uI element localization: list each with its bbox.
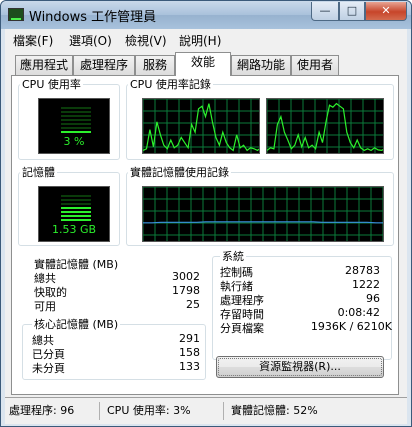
- meter-segment: [61, 203, 91, 205]
- status-bar: 處理程序: 96 CPU 使用率: 3% 實體記憶體: 52%: [5, 397, 407, 424]
- title-bar[interactable]: Windows 工作管理員 — □ ✕: [1, 1, 411, 29]
- cpu-history-graph-core2: [266, 98, 384, 154]
- kernel-nonpaged-value: 133: [179, 360, 200, 373]
- menu-options[interactable]: 選項(O): [69, 32, 112, 49]
- status-separator: [223, 402, 224, 420]
- tab-applications[interactable]: 應用程式: [15, 55, 73, 75]
- status-separator: [99, 402, 100, 420]
- kernel-memory-title: 核心記憶體 (MB): [32, 316, 121, 332]
- status-processes: 處理程序: 96: [9, 404, 75, 417]
- cpu-history-graph-core1: [142, 98, 260, 154]
- meter-segment: [61, 119, 91, 121]
- performance-panel: CPU 使用率 3 % CPU 使用率記錄 記憶體 1.53 GB 實體記憶體使…: [11, 75, 399, 395]
- memory-history-graph: [142, 186, 384, 242]
- meter-segment: [61, 127, 91, 129]
- cpu-meter-bars: [61, 107, 91, 135]
- cpu-history-label: CPU 使用率記錄: [128, 76, 213, 92]
- system-title: 系統: [220, 248, 246, 264]
- physical-available-label: 可用: [34, 300, 56, 313]
- tab-users[interactable]: 使用者: [291, 55, 339, 75]
- status-cpu: CPU 使用率: 3%: [107, 404, 191, 417]
- memory-history-label: 實體記憶體使用記錄: [128, 164, 231, 180]
- menu-bar: 檔案(F) 選項(O) 檢視(V) 說明(H): [5, 29, 407, 49]
- resource-monitor-button[interactable]: 資源監視器(R)...: [216, 356, 384, 378]
- physical-total-value: 3002: [172, 270, 200, 283]
- memory-meter: 1.53 GB: [38, 186, 110, 242]
- tab-performance[interactable]: 效能: [175, 52, 231, 76]
- cpu-usage-label: CPU 使用率: [20, 76, 83, 92]
- client-area: 應用程式 處理程序 服務 效能 網路功能 使用者 CPU 使用率 3 % CPU…: [5, 49, 407, 397]
- physical-available-value: 25: [186, 298, 200, 311]
- task-manager-window: Windows 工作管理員 — □ ✕ 檔案(F) 選項(O) 檢視(V) 說明…: [0, 0, 412, 427]
- memory-history-chart: [143, 187, 383, 241]
- menu-help[interactable]: 說明(H): [179, 32, 221, 49]
- meter-segment: [61, 199, 91, 201]
- maximize-button[interactable]: □: [339, 2, 365, 21]
- physical-cached-value: 1798: [172, 284, 200, 297]
- window-title: Windows 工作管理員: [29, 10, 157, 25]
- cpu-history-chart-1: [143, 99, 259, 153]
- memory-label: 記憶體: [20, 164, 57, 180]
- tab-processes[interactable]: 處理程序: [73, 55, 135, 75]
- meter-segment: [61, 115, 91, 117]
- meter-segment: [61, 131, 91, 133]
- cpu-usage-meter: 3 %: [38, 98, 110, 154]
- menu-view[interactable]: 檢視(V): [125, 32, 167, 49]
- menu-file[interactable]: 檔案(F): [13, 32, 53, 49]
- meter-segment: [61, 123, 91, 125]
- tab-services[interactable]: 服務: [135, 55, 175, 75]
- system-processes-value: 96: [366, 292, 380, 305]
- close-button[interactable]: ✕: [365, 2, 407, 21]
- tab-networking[interactable]: 網路功能: [231, 55, 291, 75]
- system-handles-value: 28783: [345, 264, 380, 277]
- meter-segment: [61, 107, 91, 109]
- system-pagefile-label: 分頁檔案: [220, 322, 264, 335]
- meter-segment: [61, 211, 91, 213]
- task-manager-icon: [8, 8, 24, 21]
- cpu-history-chart-2: [267, 99, 383, 153]
- kernel-nonpaged-label: 未分頁: [32, 362, 65, 375]
- meter-segment: [61, 215, 91, 217]
- meter-segment: [61, 219, 91, 221]
- system-threads-value: 1222: [352, 278, 380, 291]
- minimize-button[interactable]: —: [311, 2, 339, 21]
- memory-meter-bars: [61, 195, 91, 223]
- system-pagefile-value: 1936K / 6210K: [310, 320, 392, 333]
- meter-segment: [61, 195, 91, 197]
- cpu-usage-value: 3 %: [63, 135, 85, 148]
- system-uptime-value: 0:08:42: [337, 306, 380, 319]
- meter-segment: [61, 111, 91, 113]
- kernel-paged-value: 158: [179, 346, 200, 359]
- status-memory: 實體記憶體: 52%: [231, 404, 318, 417]
- kernel-total-value: 291: [179, 332, 200, 345]
- meter-segment: [61, 207, 91, 209]
- memory-value: 1.53 GB: [51, 223, 97, 236]
